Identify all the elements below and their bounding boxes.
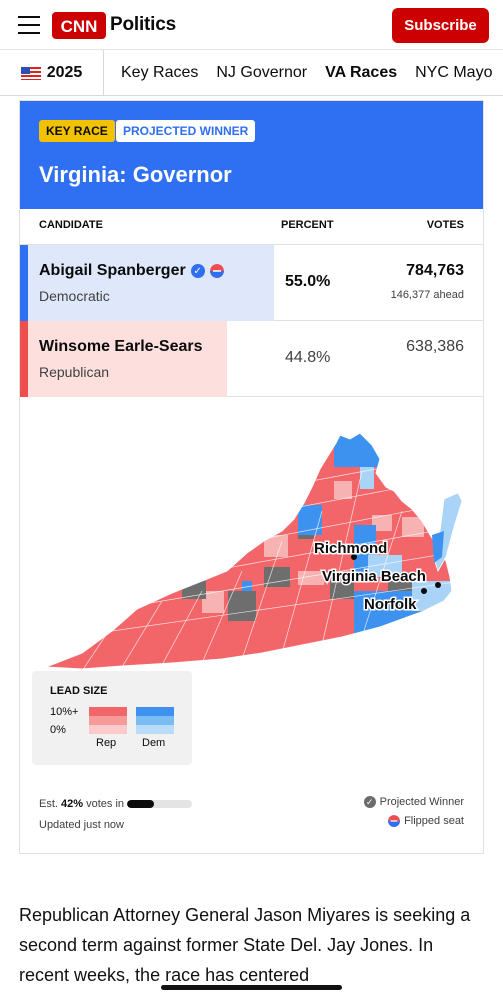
est-prefix: Est. bbox=[39, 798, 58, 810]
virginia-map[interactable]: Richmond Virginia Beach Norfolk bbox=[42, 431, 463, 671]
projected-label: Projected Winner bbox=[379, 796, 464, 808]
candidate-row[interactable]: Abigail Spanberger ✓ Democratic 55.0% 78… bbox=[20, 245, 483, 321]
tab-nyc-mayor[interactable]: NYC Mayo bbox=[406, 64, 501, 82]
projected-check-icon: ✓ bbox=[363, 796, 376, 808]
progress-fill bbox=[127, 800, 155, 809]
tab-key-races[interactable]: Key Races bbox=[104, 64, 207, 82]
candidate-name-wrap: Abigail Spanberger ✓ bbox=[39, 262, 224, 280]
votes-in-estimate: Est. 42% votes in bbox=[39, 798, 193, 810]
candidate-name: Abigail Spanberger bbox=[39, 262, 186, 279]
swatch-rep-mid bbox=[89, 716, 127, 725]
projected-winner-badge: PROJECTED WINNER bbox=[116, 120, 256, 142]
candidate-percent: 55.0% bbox=[285, 273, 331, 290]
tab-va-races[interactable]: VA Races bbox=[316, 64, 406, 82]
svg-text:CNN: CNN bbox=[61, 17, 98, 36]
city-label-richmond: Richmond bbox=[314, 540, 387, 557]
year-selector[interactable]: 2025 bbox=[0, 50, 104, 95]
party-color-bar bbox=[20, 245, 28, 321]
legend-low: 0% bbox=[50, 724, 66, 736]
candidate-votes: 784,763 bbox=[406, 262, 464, 279]
legend-flipped: Flipped seat bbox=[388, 815, 464, 827]
winner-check-icon: ✓ bbox=[190, 264, 205, 278]
tab-nj-governor[interactable]: NJ Governor bbox=[207, 64, 316, 82]
election-nav: 2025 Key Races NJ Governor VA Races NYC … bbox=[0, 50, 503, 96]
home-indicator[interactable] bbox=[161, 985, 342, 990]
flipped-seat-icon bbox=[388, 815, 401, 827]
legend-high: 10%+ bbox=[50, 706, 79, 718]
legend-title: LEAD SIZE bbox=[50, 685, 108, 697]
candidate-name: Winsome Earle-Sears bbox=[39, 338, 203, 355]
top-bar: CNN Politics Subscribe bbox=[0, 0, 503, 50]
candidate-votes: 638,386 bbox=[406, 338, 464, 355]
hamburger-icon[interactable] bbox=[18, 16, 40, 34]
flipped-seat-icon bbox=[209, 264, 224, 278]
votes-in-progress bbox=[127, 800, 193, 809]
vote-share-bar bbox=[28, 245, 274, 321]
swatch-dem-strong bbox=[136, 707, 174, 716]
cnn-logo[interactable]: CNN bbox=[52, 12, 106, 39]
race-header: KEY RACE PROJECTED WINNER Virginia: Gove… bbox=[20, 101, 483, 209]
swatch-rep-strong bbox=[89, 707, 127, 716]
table-header: CANDIDATE PERCENT VOTES bbox=[20, 209, 483, 245]
flipped-label: Flipped seat bbox=[404, 815, 464, 827]
article-paragraph: Republican Attorney General Jason Miyare… bbox=[19, 905, 471, 985]
candidate-party: Democratic bbox=[39, 288, 110, 304]
city-label-norfolk: Norfolk bbox=[364, 596, 417, 613]
legend-projected: ✓ Projected Winner bbox=[363, 796, 464, 808]
legend-rep: Rep bbox=[96, 737, 117, 749]
race-card: KEY RACE PROJECTED WINNER Virginia: Gove… bbox=[19, 100, 484, 854]
est-suffix: votes in bbox=[86, 798, 125, 810]
vote-share-bar bbox=[28, 321, 227, 397]
race-title: Virginia: Governor bbox=[39, 162, 232, 187]
party-color-bar bbox=[20, 321, 28, 397]
swatch-rep-light bbox=[89, 725, 127, 734]
us-flag-icon bbox=[20, 66, 41, 80]
candidate-name-wrap: Winsome Earle-Sears bbox=[39, 338, 202, 356]
subscribe-button[interactable]: Subscribe bbox=[392, 8, 489, 43]
key-race-badge: KEY RACE bbox=[39, 120, 115, 142]
candidate-row[interactable]: Winsome Earle-Sears Republican 44.8% 638… bbox=[20, 321, 483, 397]
city-label-virginia-beach: Virginia Beach bbox=[322, 568, 426, 585]
est-percent: 42% bbox=[61, 798, 84, 810]
county-results-map[interactable]: Richmond Virginia Beach Norfolk bbox=[42, 431, 463, 671]
section-title[interactable]: Politics bbox=[110, 14, 176, 36]
year-label: 2025 bbox=[46, 64, 83, 81]
candidate-party: Republican bbox=[39, 364, 110, 380]
column-percent: PERCENT bbox=[281, 219, 334, 231]
swatch-dem-mid bbox=[136, 716, 174, 725]
candidate-percent: 44.8% bbox=[285, 349, 331, 366]
column-candidate: CANDIDATE bbox=[39, 219, 103, 231]
updated-text: Updated just now bbox=[39, 819, 124, 831]
column-votes: VOTES bbox=[426, 219, 464, 231]
legend-dem: Dem bbox=[142, 737, 166, 749]
nav-tabs: Key Races NJ Governor VA Races NYC Mayo bbox=[104, 50, 501, 95]
votes-ahead: 146,377 ahead bbox=[390, 289, 464, 301]
swatch-dem-light bbox=[136, 725, 174, 734]
lead-size-legend: LEAD SIZE 10%+ 0% Rep Dem bbox=[32, 671, 192, 765]
